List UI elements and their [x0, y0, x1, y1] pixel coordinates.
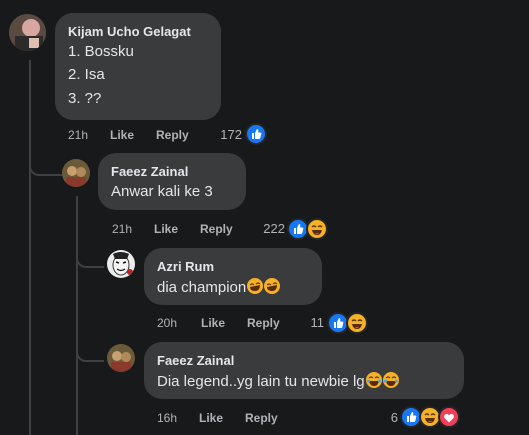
- comment-timestamp[interactable]: 20h: [157, 316, 177, 330]
- comment-bubble: Azri Rum dia champion: [144, 248, 322, 305]
- love-icon: [438, 406, 460, 428]
- comment-timestamp[interactable]: 21h: [68, 128, 88, 142]
- comment-text: Dia legend..yg lain tu newbie lg: [157, 373, 365, 390]
- rofl-emoji: [264, 278, 281, 294]
- comment-text-line: 1. Bossku: [68, 43, 134, 60]
- comment-author[interactable]: Azri Rum: [157, 259, 214, 274]
- avatar-image: [9, 14, 46, 51]
- comment-author[interactable]: Faeez Zainal: [111, 164, 188, 179]
- comment-timestamp[interactable]: 16h: [157, 411, 177, 425]
- avatar[interactable]: [9, 14, 46, 51]
- rofl-emoji: [247, 278, 264, 294]
- like-icon: [245, 123, 267, 145]
- comment-text-row: Dia legend..yg lain tu newbie lg: [157, 372, 399, 390]
- joy-emoji: [382, 372, 399, 388]
- comment-text: dia champion: [157, 279, 247, 296]
- haha-icon: [306, 218, 328, 240]
- comment-text-line: 3. ??: [68, 90, 102, 107]
- avatar[interactable]: [107, 344, 135, 372]
- haha-icon: [346, 312, 368, 334]
- reply-button[interactable]: Reply: [247, 316, 280, 330]
- comment-author[interactable]: Faeez Zainal: [157, 353, 234, 368]
- joy-emoji: [365, 372, 382, 388]
- reaction-count[interactable]: 6: [380, 410, 398, 425]
- comment-bubble: Faeez Zainal Dia legend..yg lain tu newb…: [144, 342, 464, 399]
- thread-connector-reply-3: [76, 348, 104, 362]
- reply-button[interactable]: Reply: [156, 128, 189, 142]
- like-button[interactable]: Like: [201, 316, 225, 330]
- avatar-image: [107, 250, 135, 278]
- reaction-count[interactable]: 11: [300, 315, 325, 330]
- like-button[interactable]: Like: [110, 128, 134, 142]
- like-button[interactable]: Like: [154, 222, 178, 236]
- reaction-count[interactable]: 222: [252, 221, 285, 236]
- reply-button[interactable]: Reply: [200, 222, 233, 236]
- thread-line-main: [29, 60, 31, 435]
- avatar-image: [107, 344, 135, 372]
- comment-text: Anwar kali ke 3: [111, 183, 213, 200]
- thread-connector-reply-1: [29, 162, 65, 176]
- thread-connector-reply-2: [76, 254, 104, 268]
- reaction-count[interactable]: 172: [210, 127, 242, 142]
- thread-line-nested: [76, 196, 78, 435]
- comment-text-row: dia champion: [157, 278, 281, 296]
- comment-bubble: Kijam Ucho Gelagat 1. Bossku 2. Isa 3. ?…: [55, 13, 221, 120]
- avatar[interactable]: [62, 159, 90, 187]
- comment-bubble: Faeez Zainal Anwar kali ke 3: [98, 153, 246, 210]
- comment-text-line: 2. Isa: [68, 66, 105, 83]
- avatar-image: [62, 159, 90, 187]
- comment-timestamp[interactable]: 21h: [112, 222, 132, 236]
- like-button[interactable]: Like: [199, 411, 223, 425]
- reply-button[interactable]: Reply: [245, 411, 278, 425]
- avatar[interactable]: [107, 250, 135, 278]
- comment-author[interactable]: Kijam Ucho Gelagat: [68, 24, 191, 39]
